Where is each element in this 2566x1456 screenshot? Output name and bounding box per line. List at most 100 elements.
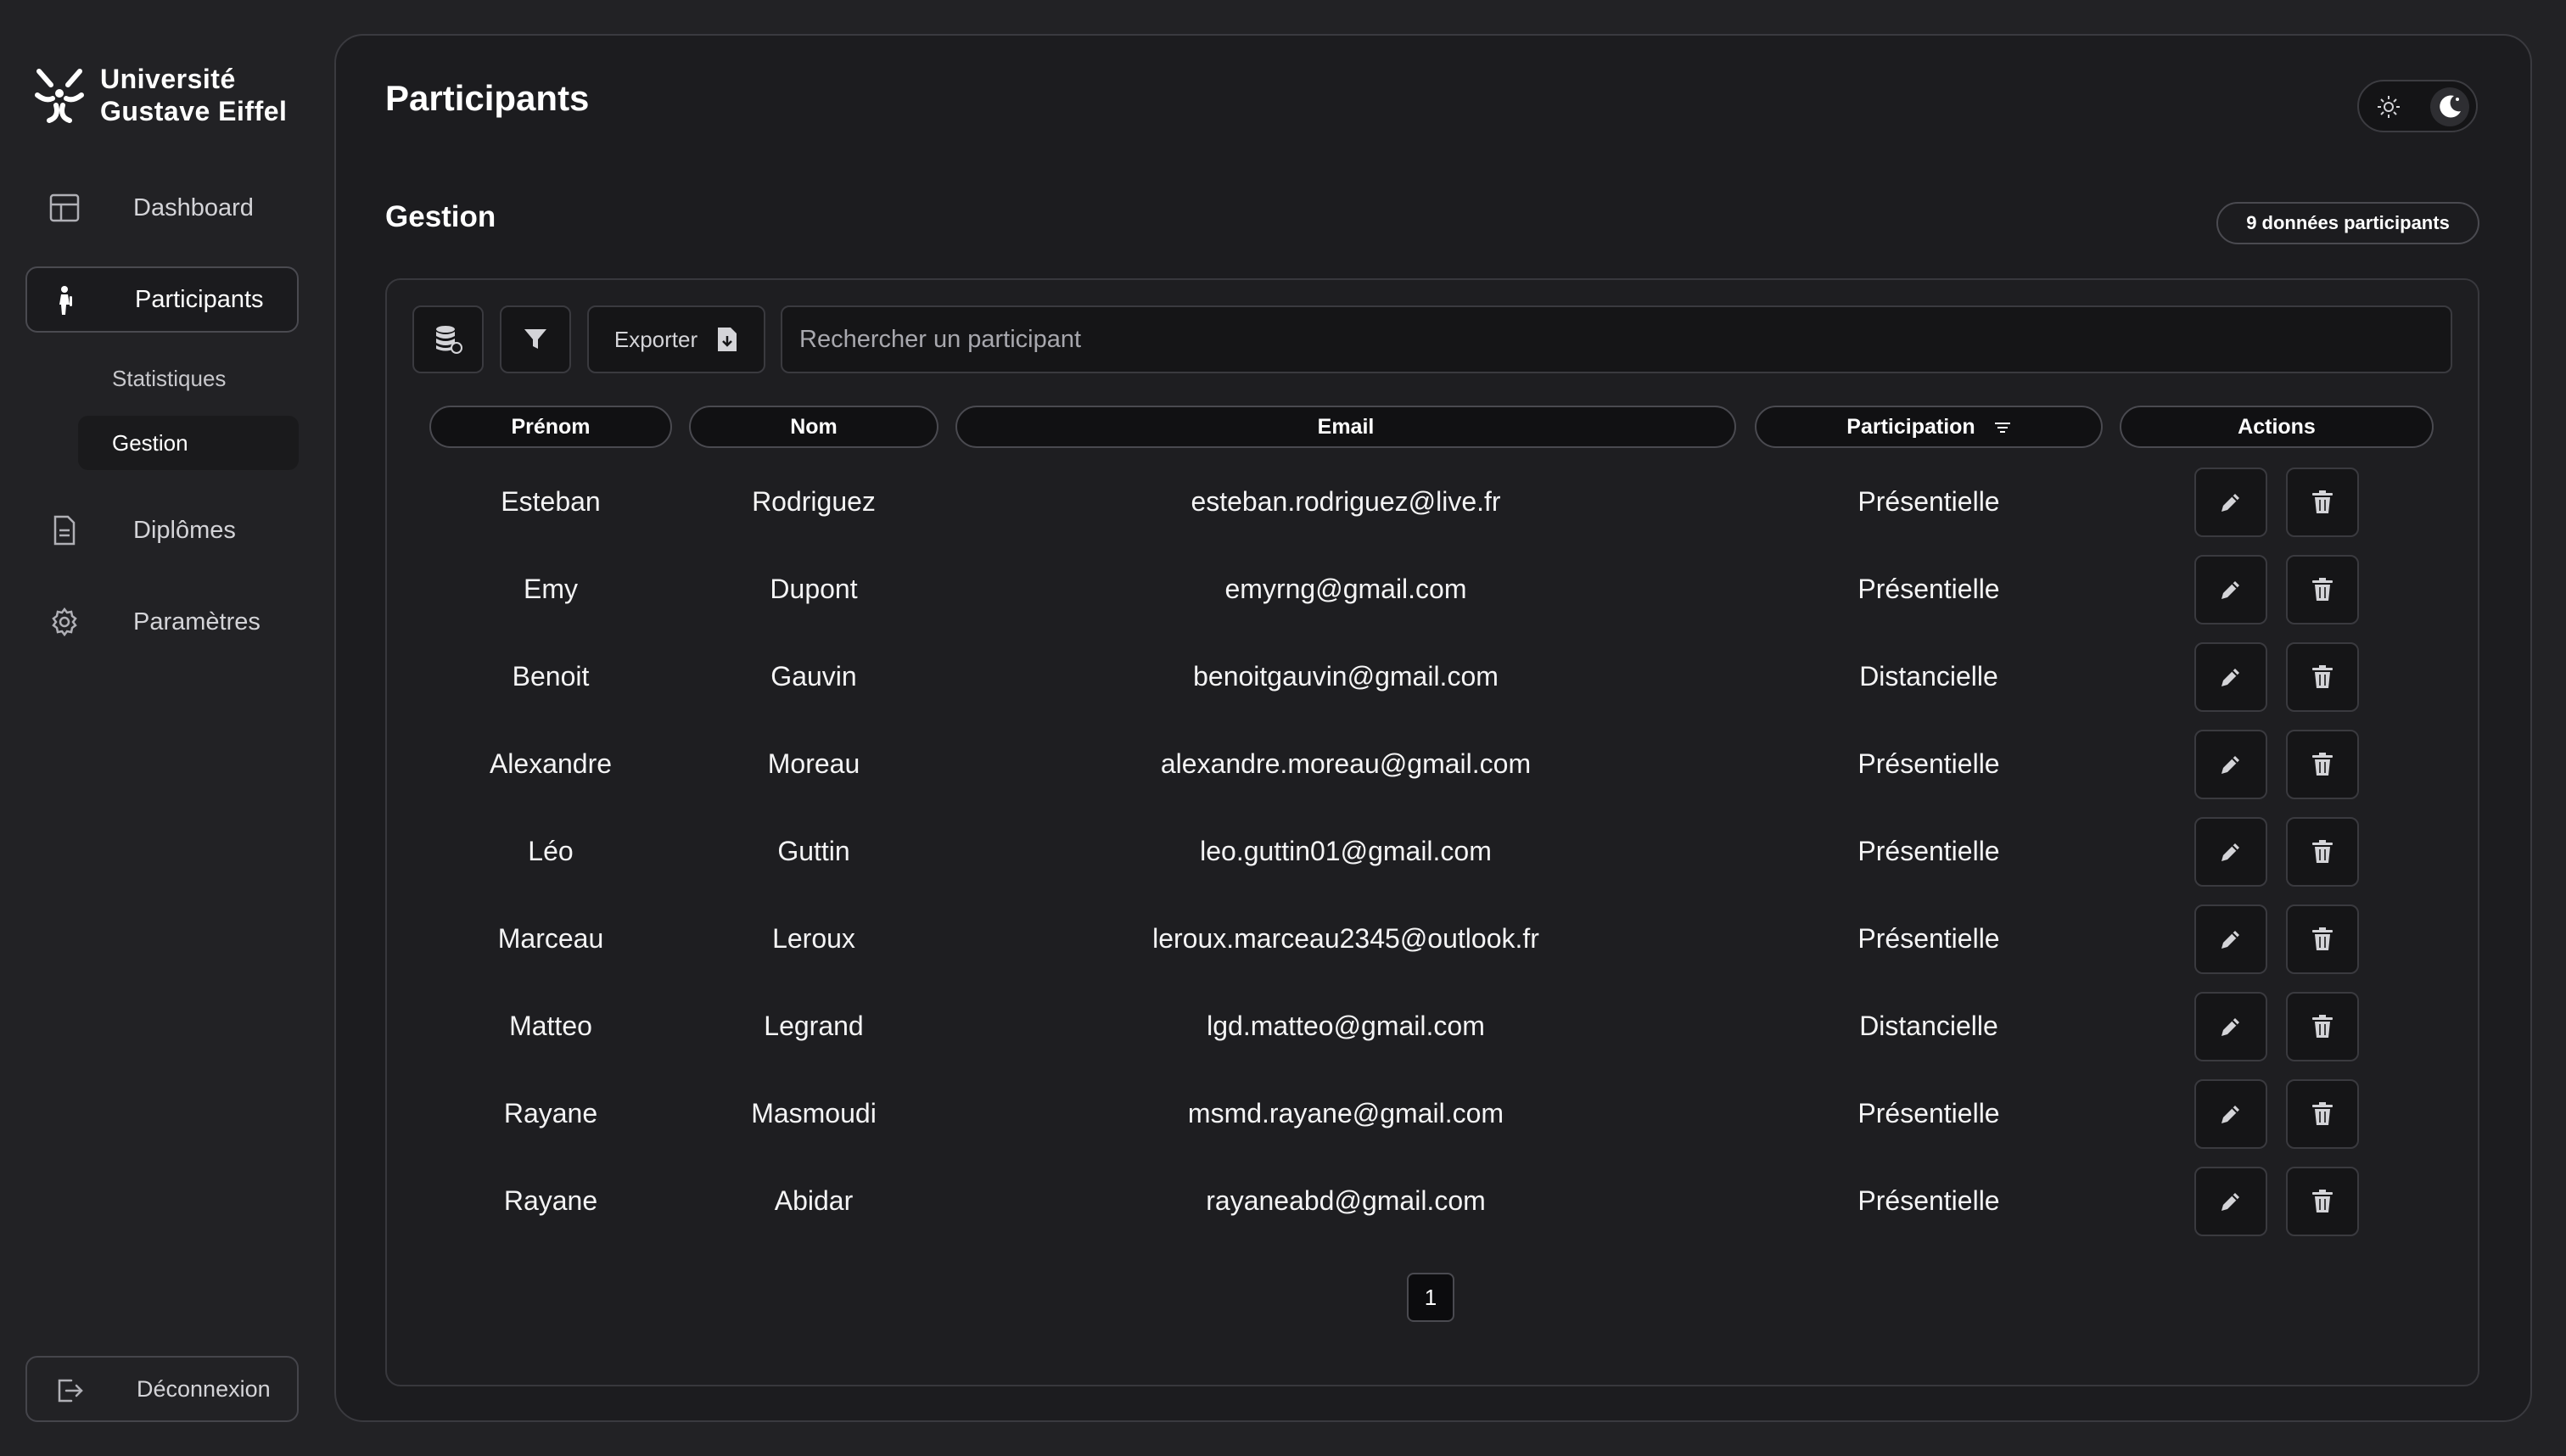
edit-button[interactable]	[2194, 730, 2267, 799]
export-label: Exporter	[613, 326, 698, 352]
pagination-page-button[interactable]: 1	[1407, 1273, 1454, 1322]
table-row: Rayane Abidar rayaneabd@gmail.com Présen…	[387, 1157, 2478, 1245]
logout-button[interactable]: Déconnexion	[25, 1356, 299, 1422]
delete-button[interactable]	[2286, 1079, 2359, 1149]
filter-icon	[524, 329, 546, 349]
search-input[interactable]	[781, 305, 2452, 373]
cell-prenom: Alexandre	[489, 748, 613, 779]
sidebar: Université Gustave Eiffel Dashboard Part…	[0, 0, 331, 1456]
cell-email: lgd.matteo@gmail.com	[1207, 1011, 1485, 1041]
gear-icon	[49, 607, 80, 637]
column-header-label: Participation	[1846, 414, 1975, 439]
cell-nom: Leroux	[772, 923, 855, 954]
column-header-nom[interactable]: Nom	[689, 406, 938, 448]
sidebar-item-label: Participants	[135, 285, 264, 313]
cell-participation: Présentielle	[1857, 1185, 2000, 1216]
column-header-label: Actions	[2238, 414, 2316, 439]
cell-nom: Masmoudi	[751, 1098, 877, 1128]
cell-nom: Dupont	[770, 574, 858, 604]
database-button[interactable]	[412, 305, 484, 373]
edit-button[interactable]	[2194, 1079, 2267, 1149]
trash-icon	[2312, 578, 2333, 601]
column-header-label: Nom	[790, 414, 838, 439]
trash-icon	[2312, 665, 2333, 688]
delete-button[interactable]	[2286, 730, 2359, 799]
light-mode-button[interactable]	[2369, 87, 2408, 126]
cell-nom: Rodriguez	[752, 486, 876, 517]
table-row: Rayane Masmoudi msmd.rayane@gmail.com Pr…	[387, 1070, 2478, 1157]
column-header-email[interactable]: Email	[955, 406, 1736, 448]
page-title: Participants	[385, 78, 590, 118]
document-icon	[49, 515, 80, 546]
section-title: Gestion	[385, 200, 496, 233]
delete-button[interactable]	[2286, 904, 2359, 974]
edit-button[interactable]	[2194, 1167, 2267, 1236]
edit-button[interactable]	[2194, 468, 2267, 537]
cell-participation: Présentielle	[1857, 836, 2000, 866]
layout-icon	[49, 193, 80, 223]
column-header-actions: Actions	[2120, 406, 2434, 448]
file-download-icon	[718, 328, 737, 351]
cell-email: rayaneabd@gmail.com	[1206, 1185, 1486, 1216]
column-header-label: Prénom	[511, 414, 591, 439]
delete-button[interactable]	[2286, 1167, 2359, 1236]
logout-label: Déconnexion	[137, 1375, 271, 1402]
delete-button[interactable]	[2286, 992, 2359, 1061]
cell-prenom: Emy	[524, 574, 578, 604]
sidebar-subitem-gestion[interactable]: Gestion	[78, 416, 299, 470]
table-row: Alexandre Moreau alexandre.moreau@gmail.…	[387, 720, 2478, 808]
cell-email: msmd.rayane@gmail.com	[1187, 1098, 1504, 1128]
sidebar-item-diplomes[interactable]: Diplômes	[25, 497, 299, 563]
delete-button[interactable]	[2286, 642, 2359, 712]
export-button[interactable]: Exporter	[587, 305, 765, 373]
brand-line-2: Gustave Eiffel	[100, 96, 288, 126]
pencil-icon	[2221, 756, 2239, 774]
participants-count-badge: 9 données participants	[2216, 202, 2479, 244]
dark-mode-button[interactable]	[2430, 87, 2469, 126]
sidebar-item-parametres[interactable]: Paramètres	[25, 589, 299, 655]
filter-button[interactable]	[500, 305, 571, 373]
pencil-icon	[2221, 494, 2239, 512]
cell-prenom: Rayane	[503, 1185, 598, 1216]
trash-icon	[2312, 1015, 2333, 1038]
cell-prenom: Marceau	[497, 923, 604, 954]
sidebar-subitem-statistiques[interactable]: Statistiques	[78, 351, 299, 406]
logo-icon	[35, 69, 84, 123]
pencil-icon	[2221, 1193, 2239, 1211]
cell-participation: Présentielle	[1857, 574, 2000, 604]
database-icon	[436, 326, 462, 354]
delete-button[interactable]	[2286, 555, 2359, 624]
cell-participation: Distancielle	[1859, 1011, 1998, 1041]
pencil-icon	[2221, 581, 2239, 599]
pencil-icon	[2221, 1018, 2239, 1036]
university-logo[interactable]: Université Gustave Eiffel	[31, 61, 287, 129]
edit-button[interactable]	[2194, 992, 2267, 1061]
sidebar-item-dashboard[interactable]: Dashboard	[25, 175, 299, 241]
cell-nom: Guttin	[777, 836, 850, 866]
edit-button[interactable]	[2194, 555, 2267, 624]
sidebar-item-participants[interactable]: Participants	[25, 266, 299, 333]
table-row: Matteo Legrand lgd.matteo@gmail.com Dist…	[387, 983, 2478, 1070]
moon-icon	[2440, 95, 2461, 118]
cell-participation: Présentielle	[1857, 486, 2000, 517]
sort-icon[interactable]	[1994, 415, 2011, 440]
main-panel: Participants Gestion 9 données participa…	[334, 34, 2532, 1422]
column-header-prenom[interactable]: Prénom	[429, 406, 672, 448]
cell-participation: Distancielle	[1859, 661, 1998, 692]
table-row: Esteban Rodriguez esteban.rodriguez@live…	[387, 458, 2478, 546]
delete-button[interactable]	[2286, 817, 2359, 887]
edit-button[interactable]	[2194, 904, 2267, 974]
edit-button[interactable]	[2194, 642, 2267, 712]
person-walking-icon	[51, 286, 81, 316]
sidebar-item-label: Dashboard	[133, 193, 254, 221]
pencil-icon	[2221, 843, 2239, 861]
cell-participation: Présentielle	[1857, 923, 2000, 954]
cell-nom: Gauvin	[770, 661, 857, 692]
cell-nom: Abidar	[774, 1185, 854, 1216]
sidebar-item-label: Paramètres	[133, 608, 261, 636]
delete-button[interactable]	[2286, 468, 2359, 537]
column-header-participation[interactable]: Participation	[1755, 406, 2103, 448]
edit-button[interactable]	[2194, 817, 2267, 887]
table-row: Marceau Leroux leroux.marceau2345@outloo…	[387, 895, 2478, 983]
sun-icon	[2378, 96, 2400, 118]
